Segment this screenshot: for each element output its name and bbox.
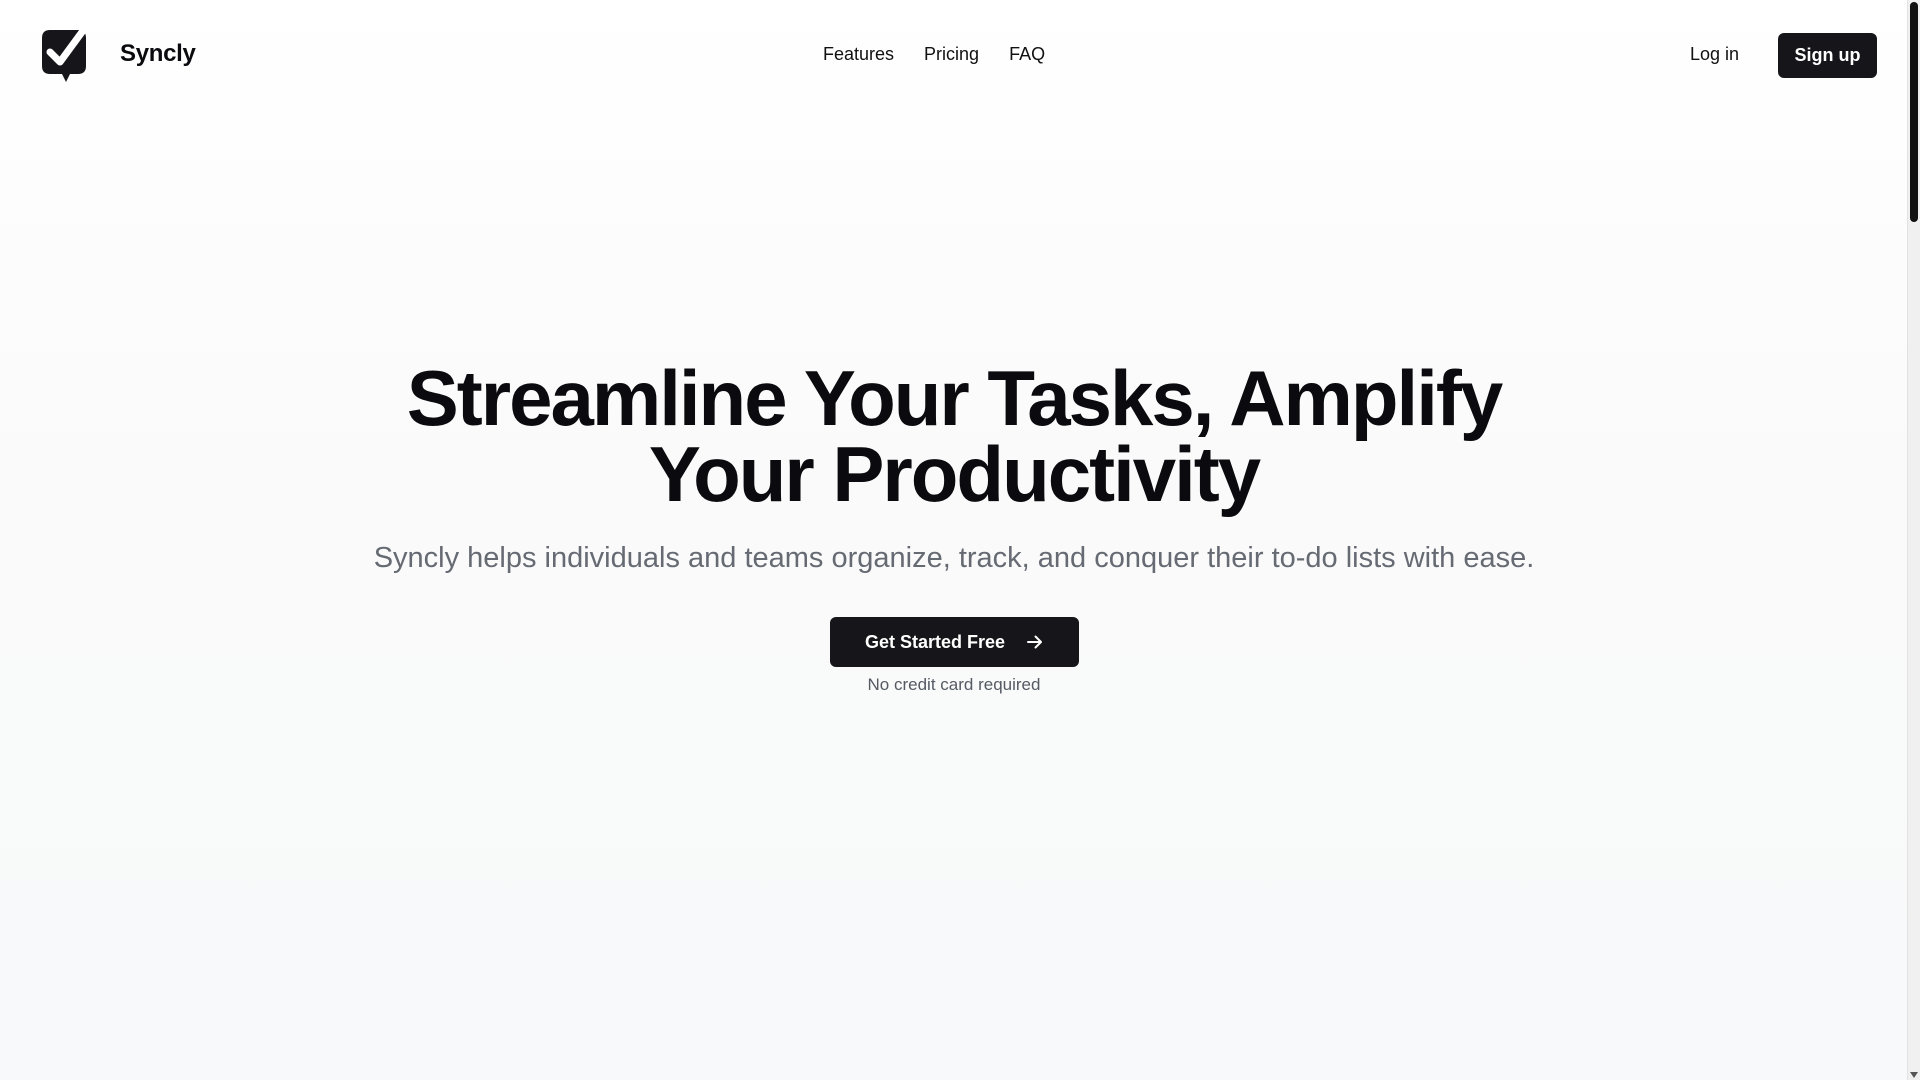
signup-button[interactable]: Sign up: [1778, 33, 1877, 78]
get-started-label: Get Started Free: [864, 631, 1006, 652]
scroll-down-arrow-icon[interactable]: [1910, 1072, 1918, 1078]
get-started-button[interactable]: Get Started Free: [829, 617, 1079, 667]
arrow-right-icon: [1027, 635, 1043, 649]
hero-section: Streamline Your Tasks, Amplify Your Prod…: [0, 354, 1908, 695]
page-scrollbar[interactable]: [1907, 0, 1920, 1080]
no-credit-card-note: No credit card required: [867, 675, 1041, 694]
hero-subtitle: Syncly helps individuals and teams organ…: [373, 542, 1535, 574]
nav-link-pricing[interactable]: Pricing: [924, 44, 979, 65]
scrollbar-thumb[interactable]: [1910, 2, 1918, 222]
login-link[interactable]: Log in: [1690, 44, 1739, 65]
nav-link-faq[interactable]: FAQ: [1009, 44, 1045, 65]
site-header: Syncly Features Pricing FAQ Log in Sign …: [0, 0, 1908, 112]
brand-name: Syncly: [120, 40, 196, 67]
hero-title: Streamline Your Tasks, Amplify Your Prod…: [406, 354, 1504, 518]
main-nav: Features Pricing FAQ: [823, 44, 1045, 65]
check-chat-icon: [42, 28, 86, 82]
nav-link-features[interactable]: Features: [823, 44, 894, 65]
brand[interactable]: Syncly: [36, 26, 196, 82]
